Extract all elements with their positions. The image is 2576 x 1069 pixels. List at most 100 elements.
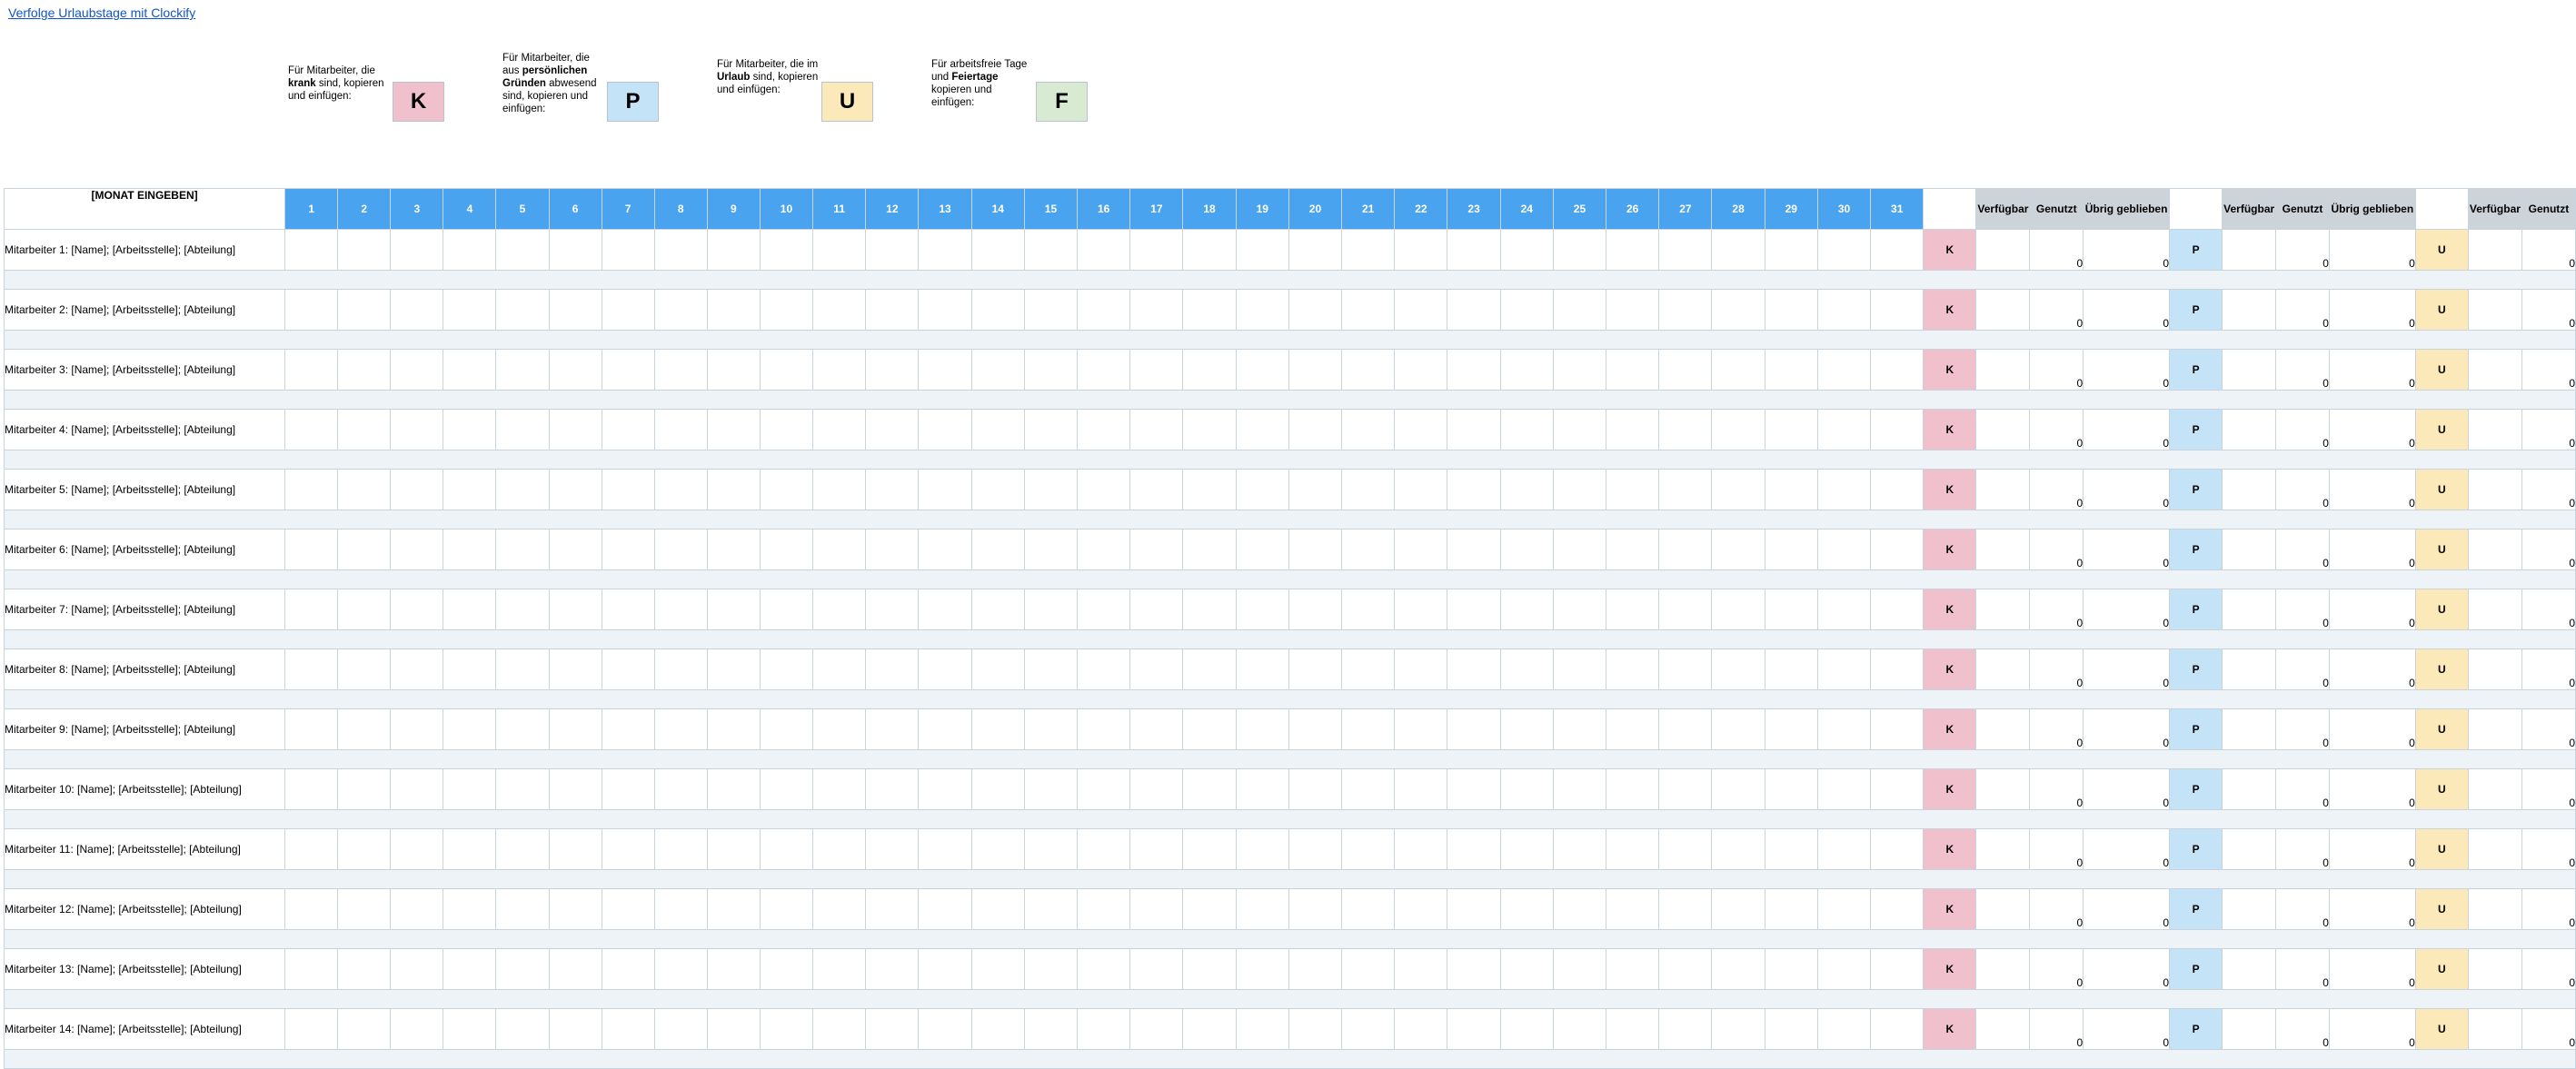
day-cell[interactable]: [1023, 1008, 1079, 1050]
day-cell[interactable]: [601, 1008, 655, 1050]
day-cell[interactable]: [1552, 469, 1607, 510]
day-cell[interactable]: [1288, 469, 1343, 510]
day-cell[interactable]: [1288, 648, 1343, 690]
day-cell[interactable]: [1288, 529, 1343, 570]
day-cell[interactable]: [601, 289, 655, 331]
available-cell[interactable]: [1975, 828, 2031, 870]
day-cell[interactable]: [812, 589, 867, 630]
day-cell[interactable]: [1394, 948, 1448, 990]
day-cell[interactable]: [1394, 289, 1448, 331]
day-cell[interactable]: [601, 948, 655, 990]
day-cell[interactable]: [970, 888, 1025, 930]
day-cell[interactable]: [1447, 1008, 1501, 1050]
day-cell[interactable]: [1182, 349, 1237, 391]
day-cell[interactable]: [1606, 529, 1660, 570]
day-cell[interactable]: [1447, 529, 1501, 570]
day-cell[interactable]: [653, 289, 708, 331]
day-cell[interactable]: [1552, 409, 1607, 450]
day-cell[interactable]: [653, 529, 708, 570]
day-cell[interactable]: [1235, 469, 1289, 510]
available-cell[interactable]: [1975, 768, 2031, 810]
day-cell[interactable]: [865, 529, 920, 570]
day-cell[interactable]: [1129, 1008, 1184, 1050]
day-cell[interactable]: [865, 469, 920, 510]
day-cell[interactable]: [812, 529, 867, 570]
day-cell[interactable]: [653, 948, 708, 990]
day-cell[interactable]: [495, 648, 550, 690]
day-cell[interactable]: [1023, 888, 1079, 930]
day-cell[interactable]: [1129, 648, 1184, 690]
day-cell[interactable]: [601, 469, 655, 510]
day-cell[interactable]: [1023, 708, 1079, 750]
day-cell[interactable]: [1394, 469, 1448, 510]
day-cell[interactable]: [1077, 289, 1131, 331]
day-cell[interactable]: [1552, 828, 1607, 870]
day-cell[interactable]: [1816, 1008, 1872, 1050]
day-cell[interactable]: [1499, 888, 1554, 930]
day-cell[interactable]: [759, 529, 814, 570]
day-cell[interactable]: [1870, 768, 1925, 810]
day-cell[interactable]: [1658, 589, 1713, 630]
day-cell[interactable]: [1764, 409, 1818, 450]
day-cell[interactable]: [1816, 888, 1872, 930]
day-cell[interactable]: [1182, 888, 1237, 930]
day-cell[interactable]: [865, 409, 920, 450]
day-cell[interactable]: [495, 708, 550, 750]
day-cell[interactable]: [1499, 529, 1554, 570]
day-cell[interactable]: [284, 349, 339, 391]
employee-name-cell[interactable]: Mitarbeiter 2: [Name]; [Arbeitsstelle]; …: [3, 289, 286, 331]
day-cell[interactable]: [1870, 828, 1925, 870]
day-cell[interactable]: [1023, 828, 1079, 870]
day-cell[interactable]: [1023, 529, 1079, 570]
day-cell[interactable]: [1077, 888, 1131, 930]
day-cell[interactable]: [970, 1008, 1025, 1050]
day-cell[interactable]: [759, 888, 814, 930]
day-cell[interactable]: [443, 828, 497, 870]
day-cell[interactable]: [759, 229, 814, 271]
day-cell[interactable]: [1077, 589, 1131, 630]
day-cell[interactable]: [337, 828, 392, 870]
day-cell[interactable]: [1711, 229, 1765, 271]
day-cell[interactable]: [1235, 529, 1289, 570]
day-cell[interactable]: [1077, 708, 1131, 750]
day-cell[interactable]: [601, 708, 655, 750]
day-cell[interactable]: [918, 768, 972, 810]
day-cell[interactable]: [812, 768, 867, 810]
day-cell[interactable]: [284, 289, 339, 331]
day-cell[interactable]: [970, 409, 1025, 450]
day-cell[interactable]: [443, 349, 497, 391]
day-cell[interactable]: [1129, 948, 1184, 990]
day-cell[interactable]: [1499, 349, 1554, 391]
available-cell[interactable]: [1975, 1008, 2031, 1050]
day-cell[interactable]: [601, 409, 655, 450]
available-cell[interactable]: [2222, 828, 2277, 870]
day-cell[interactable]: [1447, 349, 1501, 391]
day-cell[interactable]: [1394, 888, 1448, 930]
day-cell[interactable]: [1288, 409, 1343, 450]
day-cell[interactable]: [1816, 948, 1872, 990]
available-cell[interactable]: [2222, 469, 2277, 510]
day-cell[interactable]: [1077, 469, 1131, 510]
available-cell[interactable]: [2467, 589, 2522, 630]
day-cell[interactable]: [1235, 768, 1289, 810]
day-cell[interactable]: [1499, 589, 1554, 630]
day-cell[interactable]: [1764, 229, 1818, 271]
day-cell[interactable]: [759, 948, 814, 990]
day-cell[interactable]: [548, 529, 602, 570]
available-cell[interactable]: [2222, 648, 2277, 690]
day-cell[interactable]: [1816, 589, 1872, 630]
day-cell[interactable]: [653, 768, 708, 810]
day-cell[interactable]: [1658, 469, 1713, 510]
day-cell[interactable]: [759, 349, 814, 391]
day-cell[interactable]: [1288, 768, 1343, 810]
day-cell[interactable]: [1711, 768, 1765, 810]
day-cell[interactable]: [1816, 828, 1872, 870]
day-cell[interactable]: [1077, 1008, 1131, 1050]
available-cell[interactable]: [2467, 648, 2522, 690]
day-cell[interactable]: [1499, 289, 1554, 331]
day-cell[interactable]: [284, 1008, 339, 1050]
day-cell[interactable]: [1447, 948, 1501, 990]
day-cell[interactable]: [1341, 229, 1396, 271]
day-cell[interactable]: [1658, 948, 1713, 990]
day-cell[interactable]: [284, 648, 339, 690]
